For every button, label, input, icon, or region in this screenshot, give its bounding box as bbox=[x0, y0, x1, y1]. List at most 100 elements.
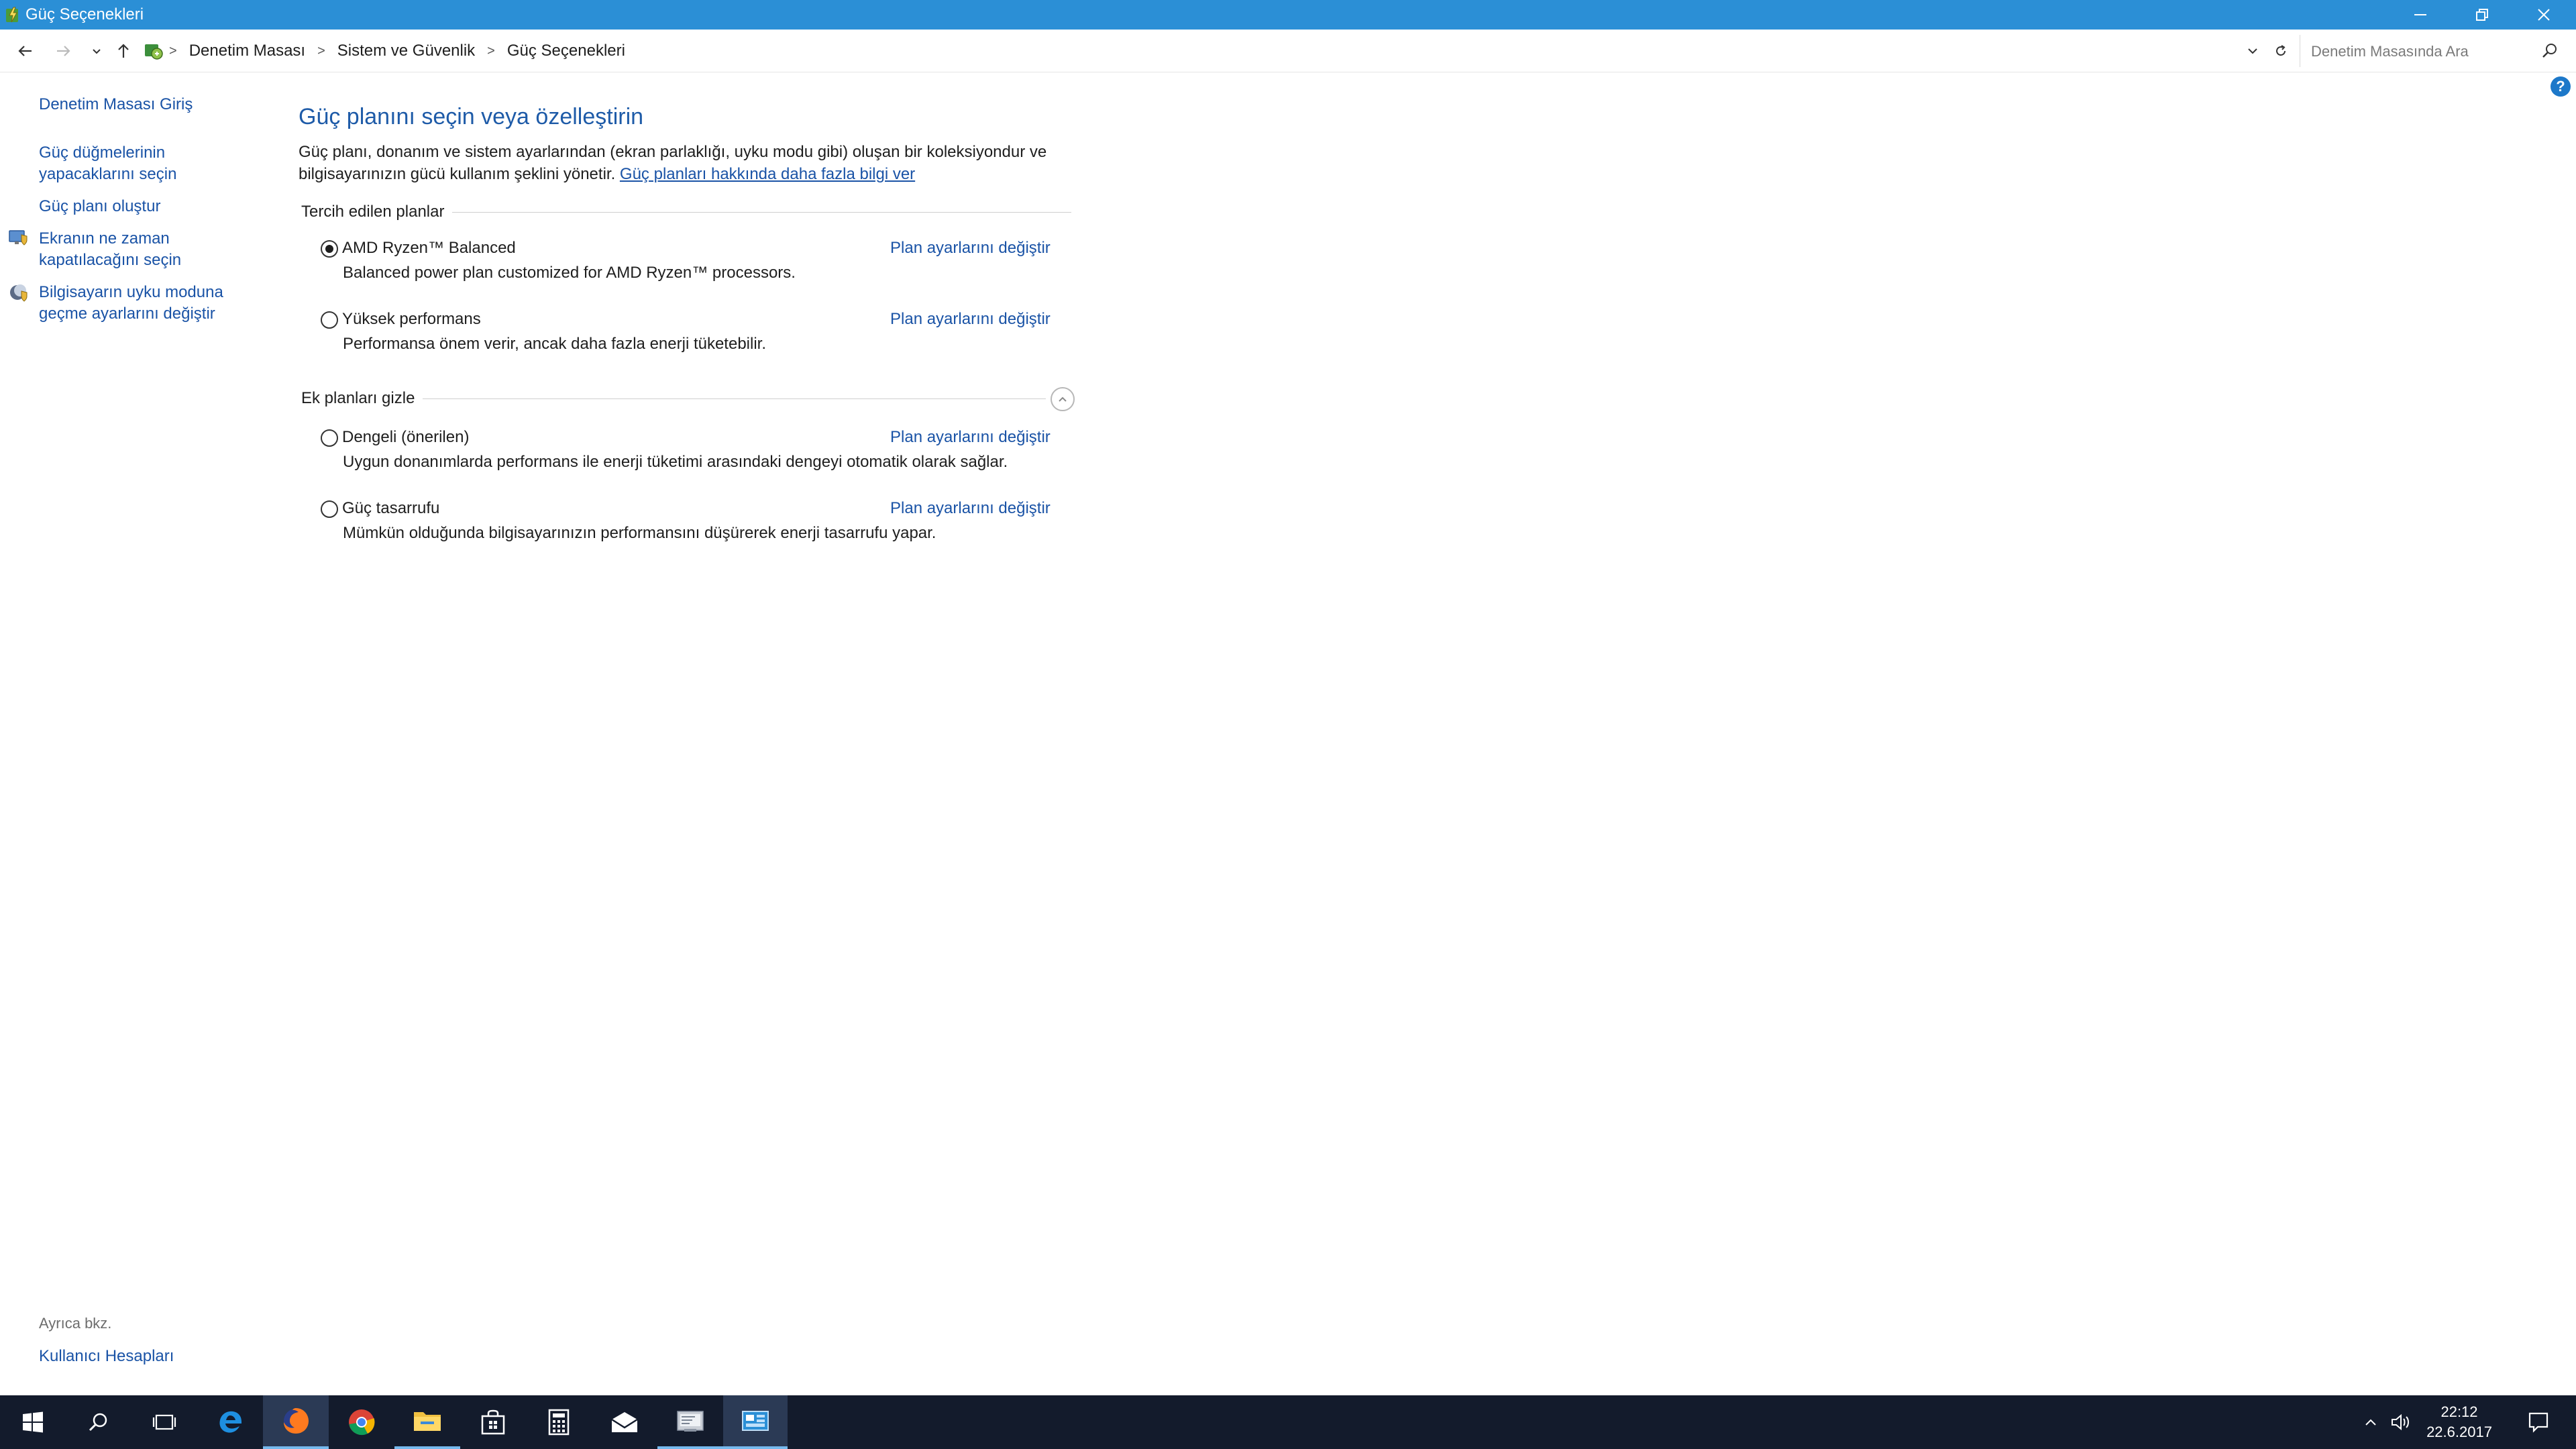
firefox-icon bbox=[284, 1408, 309, 1434]
taskbar-control-panel[interactable] bbox=[723, 1395, 788, 1449]
preferred-plans-label: Tercih edilen planlar bbox=[301, 203, 453, 221]
sleep-settings-link[interactable]: Bilgisayarın uyku moduna geçme ayarların… bbox=[39, 282, 223, 325]
taskbar: 22:12 22.6.2017 bbox=[0, 1395, 2576, 1449]
task-view-button[interactable] bbox=[131, 1395, 197, 1449]
display-off-link-line1[interactable]: Ekranın ne zaman bbox=[39, 228, 181, 250]
address-history-button[interactable] bbox=[2239, 38, 2266, 64]
power-buttons-link[interactable]: Güç düğmelerinin yapacaklarını seçin bbox=[39, 142, 176, 185]
plan-description: Mümkün olduğunda bilgisayarınızın perfor… bbox=[343, 524, 936, 542]
taskbar-clock[interactable]: 22:12 22.6.2017 bbox=[2406, 1402, 2513, 1442]
plan-radio-power-saver[interactable] bbox=[321, 500, 338, 518]
taskbar-edge[interactable] bbox=[197, 1395, 263, 1449]
display-off-link[interactable]: Ekranın ne zaman kapatılacağını seçin bbox=[39, 228, 181, 271]
page-description: Güç planı, donanım ve sistem ayarlarında… bbox=[299, 141, 1063, 185]
mail-icon bbox=[611, 1412, 638, 1432]
taskbar-mail[interactable] bbox=[592, 1395, 657, 1449]
taskbar-chrome[interactable] bbox=[329, 1395, 394, 1449]
learn-more-link[interactable]: Güç planları hakkında daha fazla bilgi v… bbox=[620, 165, 915, 183]
search-box[interactable] bbox=[2300, 35, 2568, 67]
search-input[interactable] bbox=[2311, 42, 2526, 62]
up-button[interactable] bbox=[110, 38, 137, 64]
chevron-up-icon bbox=[2365, 1419, 2376, 1426]
calculator-icon bbox=[548, 1409, 570, 1436]
plan-name[interactable]: Dengeli (önerilen) bbox=[342, 428, 469, 447]
taskbar-calculator[interactable] bbox=[526, 1395, 592, 1449]
sleep-settings-link-line1[interactable]: Bilgisayarın uyku moduna bbox=[39, 282, 223, 303]
breadcrumb: > Denetim Masası > Sistem ve Güvenlik > … bbox=[169, 42, 625, 60]
display-off-link-line2[interactable]: kapatılacağını seçin bbox=[39, 250, 181, 271]
plan-name[interactable]: AMD Ryzen™ Balanced bbox=[342, 239, 516, 258]
taskbar-store[interactable] bbox=[460, 1395, 526, 1449]
close-button[interactable] bbox=[2513, 0, 2575, 30]
power-buttons-link-line1[interactable]: Güç düğmelerinin bbox=[39, 142, 176, 164]
show-hidden-icons-button[interactable] bbox=[2357, 1395, 2384, 1449]
change-plan-settings-link[interactable]: Plan ayarlarını değiştir bbox=[890, 310, 1051, 329]
plan-radio-amd-balanced[interactable] bbox=[321, 240, 338, 258]
windows-logo-icon bbox=[23, 1411, 43, 1433]
control-panel-icon bbox=[145, 44, 163, 60]
taskbar-firefox[interactable] bbox=[263, 1395, 329, 1449]
moon-shield-icon bbox=[10, 284, 28, 302]
see-also-label: Ayrıca bkz. bbox=[39, 1315, 112, 1332]
plan-name[interactable]: Güç tasarrufu bbox=[342, 499, 439, 518]
power-options-icon bbox=[6, 7, 18, 23]
edge-icon bbox=[219, 1411, 241, 1433]
arrow-left-icon bbox=[18, 46, 32, 56]
task-view-icon bbox=[152, 1414, 176, 1430]
chevron-up-icon bbox=[1059, 396, 1067, 402]
search-icon[interactable] bbox=[2540, 42, 2559, 60]
refresh-icon bbox=[2276, 45, 2286, 56]
close-icon bbox=[2538, 9, 2550, 21]
plan-radio-high-performance[interactable] bbox=[321, 311, 338, 329]
change-plan-settings-link[interactable]: Plan ayarlarını değiştir bbox=[890, 499, 1051, 518]
taskbar-explorer-app[interactable] bbox=[657, 1395, 723, 1449]
restore-icon bbox=[2476, 9, 2488, 21]
page-title: Güç planını seçin veya özelleştirin bbox=[299, 104, 644, 129]
display-shield-icon bbox=[9, 230, 28, 246]
change-plan-settings-link[interactable]: Plan ayarlarını değiştir bbox=[890, 239, 1051, 258]
breadcrumb-system-security[interactable]: Sistem ve Güvenlik bbox=[337, 42, 475, 60]
breadcrumb-separator: > bbox=[487, 43, 495, 58]
arrow-up-icon bbox=[118, 44, 129, 58]
chevron-down-icon bbox=[93, 49, 101, 54]
back-button[interactable] bbox=[12, 38, 39, 64]
change-plan-settings-link[interactable]: Plan ayarlarını değiştir bbox=[890, 428, 1051, 447]
plan-description: Uygun donanımlarda performans ile enerji… bbox=[343, 453, 1008, 471]
notification-icon bbox=[2528, 1412, 2548, 1433]
help-button[interactable]: ? bbox=[2551, 76, 2571, 97]
chevron-down-icon bbox=[2248, 48, 2257, 54]
refresh-button[interactable] bbox=[2267, 38, 2294, 64]
create-plan-link[interactable]: Güç planı oluştur bbox=[39, 196, 160, 217]
plan-name[interactable]: Yüksek performans bbox=[342, 310, 481, 329]
search-button[interactable] bbox=[66, 1395, 131, 1449]
arrow-right-icon bbox=[57, 46, 70, 56]
folder-icon bbox=[414, 1412, 441, 1431]
control-panel-home-link[interactable]: Denetim Masası Giriş bbox=[39, 94, 193, 115]
file-manager-icon bbox=[677, 1411, 704, 1432]
breadcrumb-separator: > bbox=[169, 43, 177, 58]
chrome-icon bbox=[349, 1409, 375, 1436]
search-icon bbox=[89, 1413, 107, 1432]
start-button[interactable] bbox=[0, 1395, 66, 1449]
sleep-settings-link-line2[interactable]: geçme ayarlarını değiştir bbox=[39, 303, 223, 325]
plan-description: Performansa önem verir, ancak daha fazla… bbox=[343, 335, 766, 353]
breadcrumb-power-options[interactable]: Güç Seçenekleri bbox=[507, 42, 625, 60]
minimize-button[interactable] bbox=[2390, 0, 2451, 30]
user-accounts-link[interactable]: Kullanıcı Hesapları bbox=[39, 1347, 174, 1366]
plan-description: Balanced power plan customized for AMD R… bbox=[343, 264, 796, 282]
breadcrumb-control-panel[interactable]: Denetim Masası bbox=[189, 42, 305, 60]
plan-radio-balanced[interactable] bbox=[321, 429, 338, 447]
clock-time: 22:12 bbox=[2440, 1403, 2478, 1420]
recent-locations-button[interactable] bbox=[83, 38, 110, 64]
collapse-extra-plans-button[interactable] bbox=[1051, 387, 1075, 411]
address-bar: > Denetim Masası > Sistem ve Güvenlik > … bbox=[0, 30, 2576, 72]
breadcrumb-separator: > bbox=[317, 43, 325, 58]
restore-button[interactable] bbox=[2451, 0, 2513, 30]
window-title: Güç Seçenekleri bbox=[25, 5, 144, 23]
forward-button[interactable] bbox=[50, 38, 76, 64]
hide-extra-plans-label[interactable]: Ek planları gizle bbox=[301, 389, 423, 408]
action-center-button[interactable] bbox=[2517, 1395, 2560, 1449]
power-buttons-link-line2[interactable]: yapacaklarını seçin bbox=[39, 164, 176, 185]
taskbar-file-explorer[interactable] bbox=[394, 1395, 460, 1449]
clock-date: 22.6.2017 bbox=[2426, 1424, 2492, 1440]
